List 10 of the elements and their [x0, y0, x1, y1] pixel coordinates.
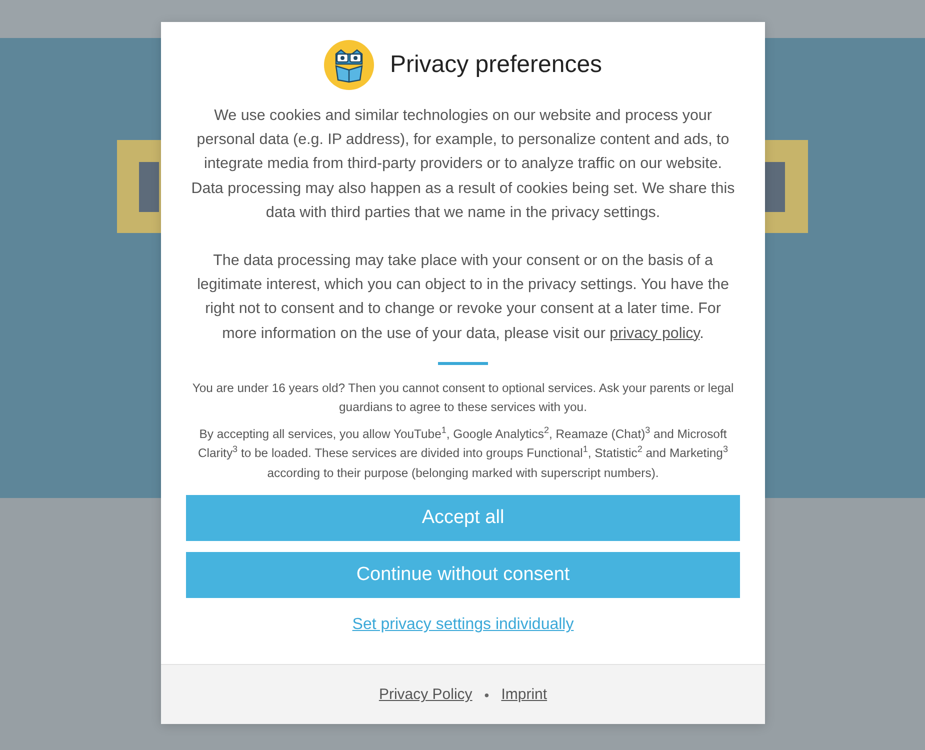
cookie-description: We use cookies and similar technologies on our website and process your personal data (e.g. IP address), for example, to personalize content and ads, to integrate media from third-party providers or to analyze traffic on our website. Data processing may also happen as a result of cookies being set. We share this data with third parties that we name in the privacy settings.	[190, 106, 736, 223]
consent-description: The data processing may take place with your consent or on the basis of a legitimate interest, which you can object to in the privacy settings. You have the right not to consent and to change or revoke your consent at a later time. For more information on the use of your data, please visit our privacy policy.	[196, 251, 730, 344]
services-notice: By accepting all services, you allow YouTube$^{1}$, Google Analytics$^{2}$, Reamaze (Chat)$^{3}$ and Microsoft Clarity$^{3}$ to be loaded. These services are divided into groups Functional$^{1}$, Statistic$^{2}$ and Marketing$^{3}$ according to their purpose (belonging marked with superscript numbers).	[197, 424, 729, 482]
footer-link[interactable]: Imprint	[501, 686, 548, 704]
age-notice: You are under 16 years old? Then you cannot consent to optional services. Ask your parents or legal guardians to agree to these services with you.	[191, 380, 735, 416]
dialog-title: Privacy preferences	[390, 51, 602, 79]
footer-link[interactable]: Privacy Policy	[378, 686, 472, 704]
separator-dot: •	[484, 686, 490, 703]
owl-logo-icon	[324, 40, 374, 90]
privacy-policy-link[interactable]: privacy policy	[610, 324, 700, 342]
